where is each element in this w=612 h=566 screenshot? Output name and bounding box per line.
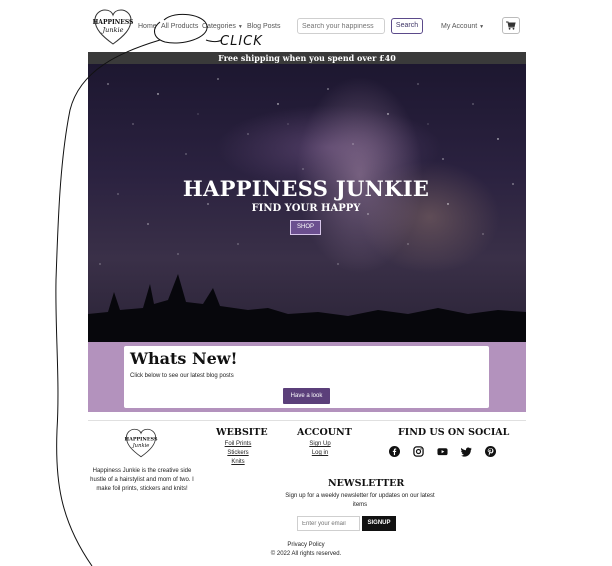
chevron-down-icon: ▼ — [479, 24, 485, 30]
footer-link-log-in[interactable]: Log in — [300, 450, 340, 456]
twitter-icon[interactable] — [461, 446, 472, 457]
facebook-icon[interactable] — [389, 446, 400, 457]
search-button[interactable]: Search — [391, 18, 423, 34]
hero-title: HAPPINESS JUNKIE — [182, 176, 430, 201]
svg-text:Junkie: Junkie — [132, 443, 150, 449]
footer-social-heading: FIND US ON SOCIAL — [398, 427, 510, 438]
footer-link-sign-up[interactable]: Sign Up — [300, 441, 340, 447]
whats-new-title: Whats New! — [130, 349, 238, 368]
footer-link-foil-prints[interactable]: Foil Prints — [218, 441, 258, 447]
nav-categories[interactable]: Categories ▼ — [202, 23, 243, 30]
cart-button[interactable] — [502, 17, 520, 34]
newsletter-text: Sign up for a weekly newsletter for upda… — [285, 493, 435, 508]
hero-subtitle: FIND YOUR HAPPY — [251, 203, 361, 214]
click-annotation: CLICK — [220, 34, 263, 49]
youtube-icon[interactable] — [437, 446, 448, 457]
nav-categories-label: Categories — [202, 23, 236, 30]
nav-my-account[interactable]: My Account ▼ — [441, 23, 484, 30]
copyright-text: © 2022 All rights reserved. — [270, 551, 342, 557]
privacy-policy-link[interactable]: Privacy Policy — [280, 542, 332, 548]
footer-website-heading: WEBSITE — [216, 427, 268, 438]
footer-account-heading: ACCOUNT — [297, 427, 352, 438]
footer-logo: HAPPINESS Junkie — [124, 426, 158, 460]
footer-link-stickers[interactable]: Stickers — [218, 450, 258, 456]
svg-text:HAPPINESS: HAPPINESS — [125, 437, 158, 443]
nav-all-products[interactable]: All Products — [161, 23, 198, 30]
svg-text:HAPPINESS: HAPPINESS — [93, 19, 134, 26]
brand-logo[interactable]: HAPPINESS Junkie — [92, 6, 134, 48]
footer-divider — [88, 420, 526, 421]
footer-about-text: Happiness Junkie is the creative side hu… — [90, 468, 194, 492]
shipping-banner: Free shipping when you spend over £40 — [88, 52, 526, 64]
shop-button[interactable]: SHOP — [290, 220, 321, 235]
footer-link-knits[interactable]: Knits — [218, 459, 258, 465]
instagram-icon[interactable] — [413, 446, 424, 457]
newsletter-signup-button[interactable]: SIGNUP — [362, 516, 396, 531]
svg-text:Junkie: Junkie — [101, 26, 124, 34]
cart-icon — [506, 21, 516, 30]
chevron-down-icon: ▼ — [237, 24, 243, 30]
nav-home[interactable]: Home — [138, 23, 157, 30]
nav-my-account-label: My Account — [441, 23, 478, 30]
newsletter-email-input[interactable] — [297, 516, 360, 531]
footer-newsletter-heading: NEWSLETTER — [328, 478, 405, 489]
search-input[interactable] — [297, 18, 385, 34]
nav-blog-posts[interactable]: Blog Posts — [247, 23, 280, 30]
have-a-look-button[interactable]: Have a look — [283, 388, 330, 404]
whats-new-text: Click below to see our latest blog posts — [130, 373, 234, 379]
pinterest-icon[interactable] — [485, 446, 496, 457]
